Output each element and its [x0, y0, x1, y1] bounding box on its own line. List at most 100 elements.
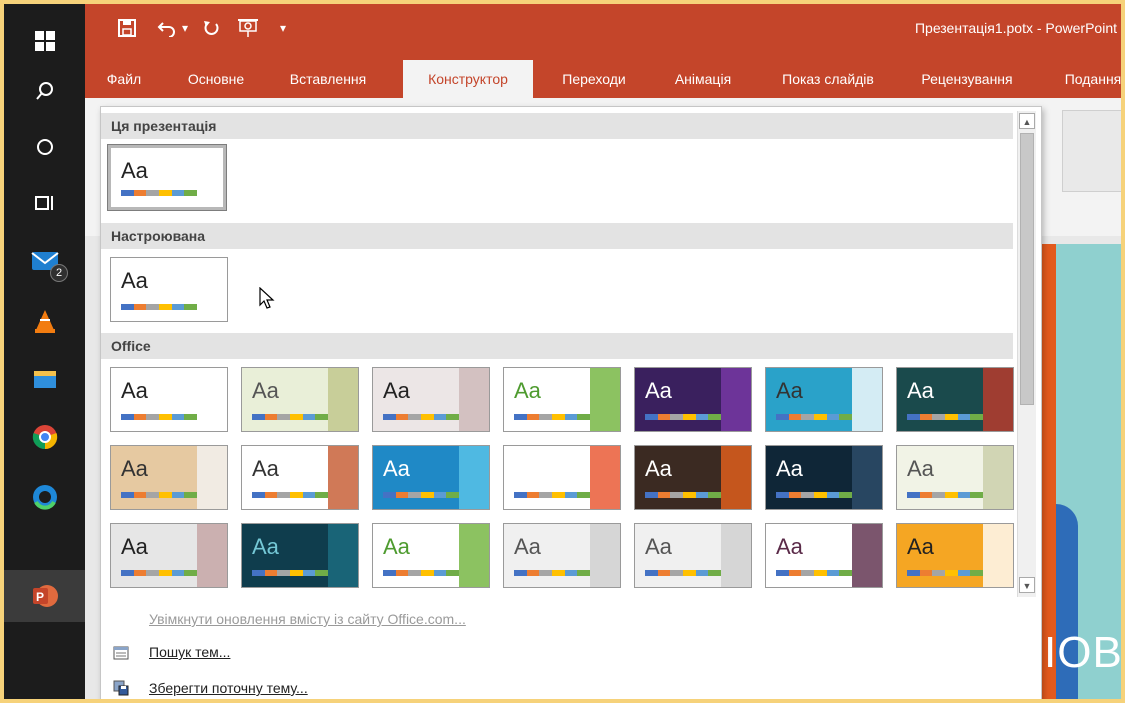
thumb-decoration — [328, 524, 358, 587]
thumb-decoration — [328, 446, 358, 509]
variants-gallery[interactable] — [1062, 110, 1121, 192]
theme-thumb-office[interactable]: Aa — [110, 445, 228, 510]
thumb-decoration — [197, 368, 227, 431]
presentation-icon[interactable] — [235, 16, 261, 40]
windows-start-icon[interactable] — [4, 16, 85, 66]
thumb-label: Aa — [907, 378, 934, 403]
theme-thumb-office[interactable]: Aa — [372, 445, 490, 510]
thumb-label: Aa — [907, 534, 934, 559]
thumb-color-bar — [252, 570, 329, 576]
enable-office-updates-command: Увімкнути оновлення вмісту із сайту Offi… — [149, 611, 466, 627]
thumb-label: Aa — [514, 456, 541, 481]
theme-thumb-office[interactable]: Aa — [765, 523, 883, 588]
thumb-decoration — [721, 368, 751, 431]
theme-thumb-office[interactable]: Aa — [503, 445, 621, 510]
scroll-thumb[interactable] — [1020, 133, 1034, 405]
thumb-color-bar — [121, 414, 198, 420]
browse-themes-icon — [113, 646, 129, 660]
tab-view[interactable]: Подання — [1053, 64, 1121, 98]
save-icon[interactable] — [115, 16, 139, 40]
theme-thumb-office[interactable]: Aa — [896, 367, 1014, 432]
thumb-color-bar — [776, 570, 853, 576]
thumb-label: Aa — [383, 378, 410, 403]
theme-thumb-office[interactable]: Aa — [241, 523, 359, 588]
ribbon-tabs: Файл Основне Вставлення Конструктор Пере… — [85, 52, 1121, 98]
thumb-label: Aa — [645, 534, 672, 559]
task-view-icon[interactable] — [4, 178, 85, 228]
thumb-decoration — [590, 446, 620, 509]
theme-thumb-custom[interactable]: Aa — [110, 257, 228, 322]
thumb-decoration — [328, 368, 358, 431]
theme-thumb-office[interactable]: Aa — [503, 523, 621, 588]
theme-thumb-office[interactable]: Aa — [634, 445, 752, 510]
theme-thumb-office[interactable]: Aa — [634, 367, 752, 432]
thumb-decoration — [852, 368, 882, 431]
thumb-color-bar — [514, 414, 591, 420]
theme-thumb-office[interactable]: Aa — [634, 523, 752, 588]
thumb-decoration — [852, 446, 882, 509]
thumb-label: Aa — [514, 378, 541, 403]
tab-insert[interactable]: Вставлення — [283, 64, 373, 98]
tab-home[interactable]: Основне — [181, 64, 251, 98]
theme-thumb-office[interactable]: Aa — [110, 367, 228, 432]
thumb-color-bar — [514, 492, 591, 498]
thumb-decoration — [852, 524, 882, 587]
search-icon[interactable] — [4, 66, 85, 116]
thumb-color-bar — [645, 414, 722, 420]
tab-file[interactable]: Файл — [99, 64, 149, 98]
mail-icon[interactable]: 2 — [4, 236, 85, 286]
theme-thumb-office[interactable]: Aa — [765, 445, 883, 510]
vlc-icon[interactable] — [4, 296, 85, 346]
edge-icon[interactable] — [4, 472, 85, 522]
thumb-label: Aa — [776, 534, 803, 559]
dropdown-icon[interactable]: ▾ — [179, 16, 191, 40]
theme-thumb-office[interactable]: Aa — [896, 523, 1014, 588]
mail-badge: 2 — [50, 264, 68, 282]
theme-thumb-office[interactable]: Aa — [372, 523, 490, 588]
tab-slide-show[interactable]: Показ слайдів — [773, 64, 883, 98]
thumb-label: Aa — [645, 378, 672, 403]
slide-title-fragment: ІОВ — [1044, 628, 1121, 677]
theme-thumb-office[interactable]: Aa — [765, 367, 883, 432]
scroll-down-icon[interactable]: ▼ — [1019, 577, 1035, 593]
theme-thumb-office[interactable]: Aa — [241, 445, 359, 510]
document-title: Презентація1.potx - PowerPoint — [914, 20, 1117, 36]
cortana-icon[interactable] — [4, 122, 85, 172]
thumb-decoration — [459, 524, 489, 587]
theme-thumb-office[interactable]: Aa — [896, 445, 1014, 510]
thumb-label: Aa — [121, 456, 148, 481]
thumb-label: Aa — [121, 268, 148, 293]
theme-thumb-office[interactable]: Aa — [241, 367, 359, 432]
theme-thumb-office[interactable]: Aa — [503, 367, 621, 432]
section-office: Office — [101, 333, 1013, 359]
browse-themes-command[interactable]: Пошук тем... — [149, 644, 230, 660]
customize-icon[interactable]: ▾ — [275, 16, 291, 40]
mouse-cursor-icon — [259, 287, 275, 309]
tab-design[interactable]: Конструктор — [403, 60, 533, 98]
undo-icon[interactable] — [155, 16, 179, 40]
thumb-decoration — [197, 524, 227, 587]
file-explorer-icon[interactable] — [4, 354, 85, 404]
save-current-theme-command[interactable]: Зберегти поточну тему... — [149, 680, 308, 696]
tab-review[interactable]: Рецензування — [911, 64, 1023, 98]
scroll-up-icon[interactable]: ▲ — [1019, 113, 1035, 129]
gallery-scrollbar[interactable]: ▲ ▼ — [1017, 111, 1036, 597]
title-bar: ▾ ▾ Презентація1.potx - PowerPoint — [85, 4, 1121, 52]
chrome-icon[interactable] — [4, 412, 85, 462]
theme-thumb-office[interactable]: Aa — [372, 367, 490, 432]
thumb-color-bar — [383, 414, 460, 420]
tab-animations[interactable]: Анімація — [663, 64, 743, 98]
thumb-label: Aa — [383, 456, 410, 481]
section-this-presentation: Ця презентація — [101, 113, 1013, 139]
theme-thumb-current[interactable]: Aa — [107, 144, 227, 211]
tab-transitions[interactable]: Переходи — [555, 64, 633, 98]
theme-thumb-office[interactable]: Aa — [110, 523, 228, 588]
thumb-color-bar — [776, 414, 853, 420]
powerpoint-icon[interactable]: P — [4, 570, 85, 622]
thumb-color-bar — [514, 570, 591, 576]
redo-icon[interactable] — [199, 16, 223, 40]
thumb-decoration — [721, 524, 751, 587]
thumb-label: Aa — [776, 378, 803, 403]
thumb-decoration — [590, 524, 620, 587]
screen: 2 P ▾ ▾ Презентація1.potx - PowerPoint Ф… — [4, 4, 1121, 699]
